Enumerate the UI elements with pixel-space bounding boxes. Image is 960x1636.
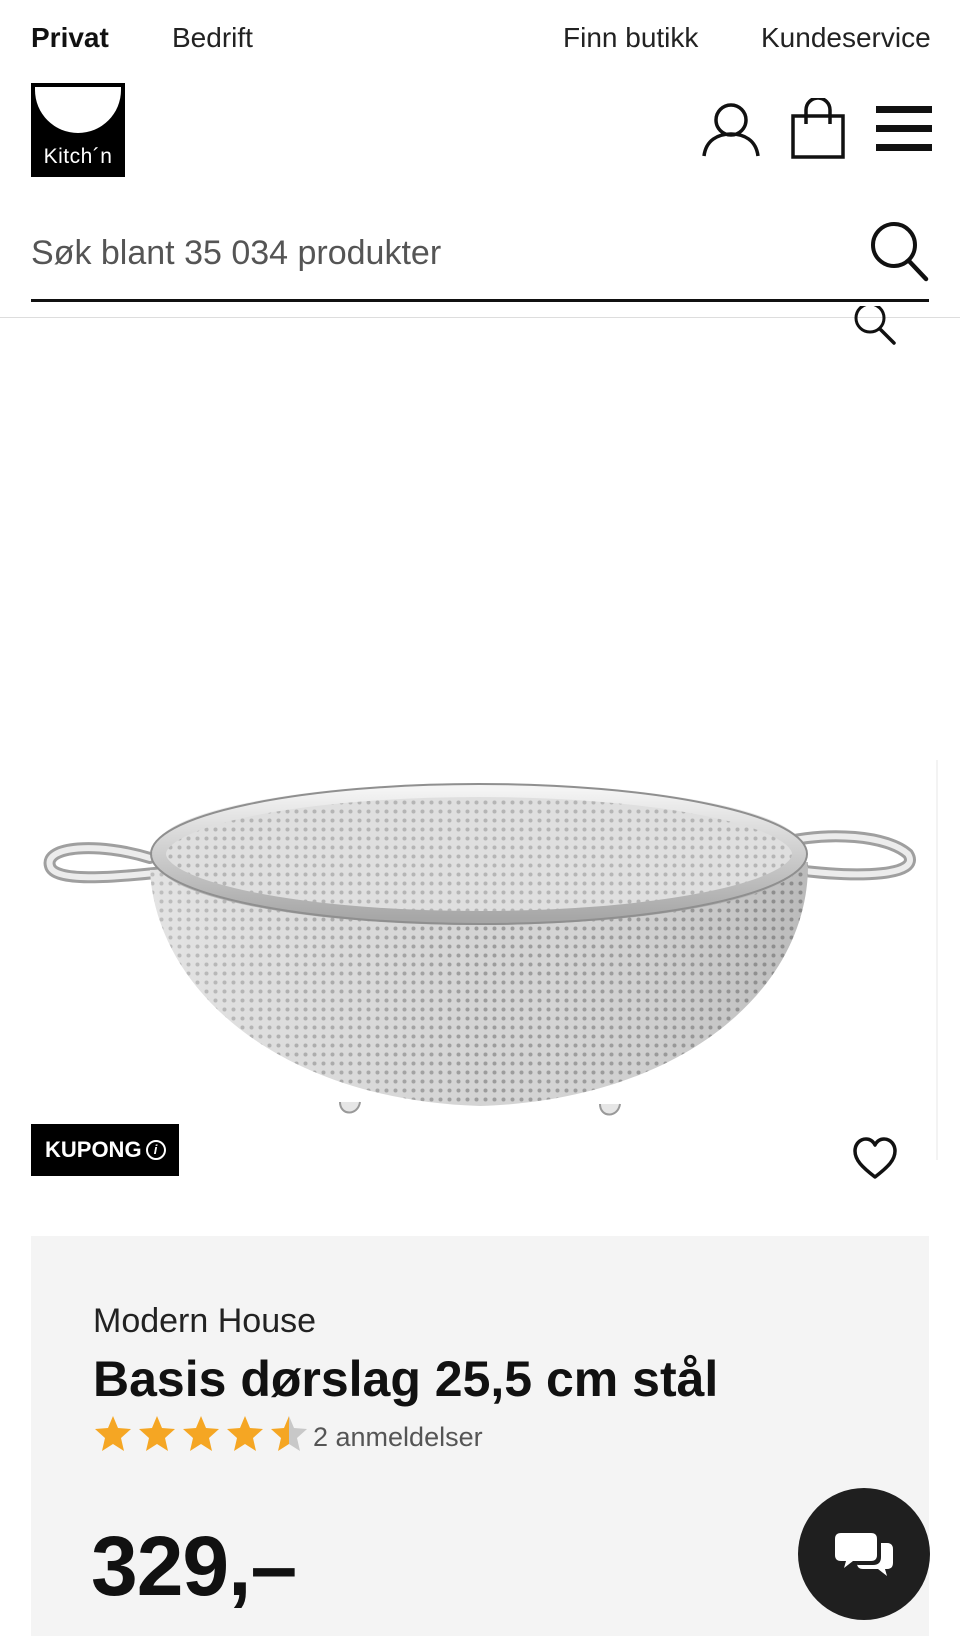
star-icon [227,1416,263,1451]
privat-link[interactable]: Privat [31,22,109,54]
user-icon[interactable] [700,100,762,160]
menu-icon[interactable] [874,104,934,154]
coupon-label: KUPONG [45,1137,142,1162]
search-icon[interactable] [869,220,929,282]
star-icon [271,1416,307,1451]
logo-bowl-shape [35,87,121,133]
product-price: 329,– [91,1519,297,1613]
shopping-bag-icon[interactable] [790,98,846,160]
favorite-heart-icon[interactable] [852,1136,898,1182]
gallery-edge [936,760,938,1160]
header-divider [0,317,960,318]
coupon-badge[interactable]: KUPONG i [31,1124,179,1176]
finn-butikk-link[interactable]: Finn butikk [563,22,698,54]
info-icon: i [145,1140,166,1160]
zoom-icon[interactable] [852,306,898,352]
chat-bubbles-icon [835,1533,893,1576]
top-navigation: Privat Bedrift Finn butikk Kundeservice [0,0,960,80]
kitchn-logo[interactable]: Kitch´n [31,83,125,177]
product-image-colander[interactable] [40,780,920,1160]
star-icon [183,1416,219,1451]
rating-stars[interactable] [93,1414,313,1454]
search-input[interactable] [31,228,851,278]
product-info-panel: Modern House Basis dørslag 25,5 cm stål … [31,1236,929,1636]
reviews-count[interactable]: 2 anmeldelser [313,1422,483,1453]
search-bar [31,210,929,302]
kundeservice-link[interactable]: Kundeservice [761,22,931,54]
product-brand[interactable]: Modern House [93,1302,316,1341]
logo-text: Kitch´n [43,145,113,168]
product-title: Basis dørslag 25,5 cm stål [93,1351,719,1407]
star-icon [95,1416,131,1451]
chat-button[interactable] [798,1488,930,1620]
star-icon [139,1416,175,1451]
bedrift-link[interactable]: Bedrift [172,22,253,54]
